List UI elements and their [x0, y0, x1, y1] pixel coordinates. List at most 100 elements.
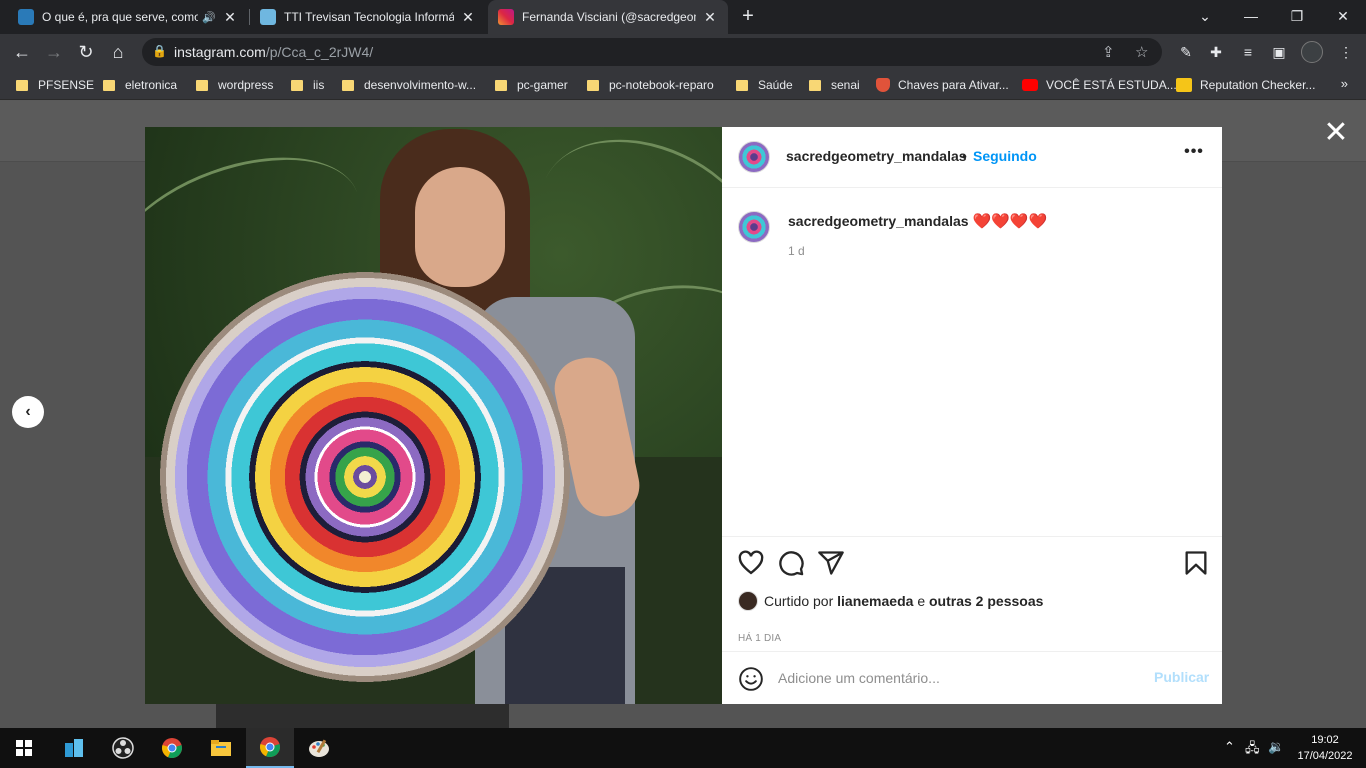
publish-button[interactable]: Publicar — [1154, 669, 1209, 685]
bookmark-label: Saúde — [758, 78, 793, 92]
folder-icon — [809, 79, 821, 91]
folder-icon — [103, 79, 115, 91]
taskbar-app-paint[interactable] — [295, 728, 343, 768]
extensions-puzzle-icon[interactable]: ✚ — [1206, 42, 1226, 62]
bookmark-eletronica[interactable]: eletronica — [103, 77, 177, 93]
post-image[interactable] — [145, 127, 722, 704]
modal-close-icon[interactable]: ✕ — [1322, 118, 1350, 148]
bookmark-label: Chaves para Ativar... — [898, 78, 1009, 92]
volume-icon[interactable]: 🔉 — [1268, 739, 1284, 755]
bookmark-pc-notebook-reparo[interactable]: pc-notebook-reparo — [587, 77, 714, 93]
liked-by-prefix: Curtido por — [764, 593, 834, 609]
bookmark-label: iis — [313, 78, 325, 92]
liked-by-user[interactable]: lianemaeda — [837, 593, 913, 609]
taskbar-app-obs[interactable] — [99, 728, 147, 768]
tab-title: TTI Trevisan Tecnologia Informáti — [284, 10, 454, 24]
restore-button[interactable]: ❐ — [1274, 0, 1320, 34]
start-button[interactable] — [0, 728, 48, 768]
windows-taskbar: ⌃ 🖧 🔉 19:02 17/04/2022 — [0, 728, 1366, 768]
mandala-artwork — [155, 267, 575, 687]
bookmark-chaves[interactable]: Chaves para Ativar... — [876, 77, 1009, 93]
bookmark-pfsense[interactable]: PFSENSE — [16, 77, 94, 93]
emoji-icon[interactable] — [738, 666, 764, 692]
bookmark-saude[interactable]: Saúde — [736, 77, 793, 93]
bookmark-iis[interactable]: iis — [291, 77, 324, 93]
previous-post-button[interactable]: ‹ — [12, 396, 44, 428]
pen-extension-icon[interactable]: ✎ — [1176, 42, 1196, 62]
separator-dot: • — [962, 148, 967, 164]
reload-button[interactable]: ↻ — [72, 38, 100, 66]
chrome-icon — [162, 738, 182, 759]
post-details-panel: sacredgeometry_mandalas • Seguindo ••• s… — [722, 127, 1222, 704]
share-send-icon[interactable] — [817, 549, 845, 577]
tab-instagram[interactable]: Fernanda Visciani (@sacredgeom ✕ — [488, 0, 728, 34]
bookmark-senai[interactable]: senai — [809, 77, 860, 93]
address-bar[interactable]: 🔒 instagram.com/p/Cca_c_2rJW4/ ⇪ ☆ — [142, 38, 1162, 66]
url-text[interactable]: instagram.com/p/Cca_c_2rJW4/ — [174, 44, 373, 60]
youtube-icon — [1022, 79, 1038, 91]
bookmark-star-icon[interactable]: ☆ — [1135, 43, 1148, 61]
caption-hearts: ❤️❤️❤️❤️ — [972, 213, 1048, 230]
media-control-icon[interactable]: ≡ — [1238, 42, 1258, 62]
tab-title: O que é, pra que serve, como — [42, 10, 199, 24]
window-close-button[interactable]: ✕ — [1320, 0, 1366, 34]
taskbar-app-explorer[interactable] — [197, 728, 245, 768]
tab-tti-trevisan[interactable]: TTI Trevisan Tecnologia Informáti ✕ — [250, 0, 486, 34]
profile-avatar[interactable] — [1301, 41, 1323, 63]
paint-icon — [309, 739, 329, 757]
tab-close-icon[interactable]: ✕ — [222, 9, 238, 26]
post-header: sacredgeometry_mandalas • Seguindo ••• — [722, 127, 1222, 188]
new-tab-button[interactable]: + — [736, 5, 760, 29]
bookmark-label: desenvolvimento-w... — [364, 78, 477, 92]
bookmarks-overflow-button[interactable]: » — [1341, 76, 1348, 91]
post-actions: Curtido por lianemaeda e outras 2 pessoa… — [722, 536, 1222, 651]
home-button[interactable]: ⌂ — [104, 38, 132, 66]
windows-logo-icon — [16, 740, 32, 756]
more-options-icon[interactable]: ••• — [1184, 144, 1204, 165]
bookmark-pc-gamer[interactable]: pc-gamer — [495, 77, 568, 93]
bookmark-desenvolvimento[interactable]: desenvolvimento-w... — [342, 77, 476, 93]
caption-username[interactable]: sacredgeometry_mandalas — [788, 213, 969, 229]
taskbar-app-chrome-active[interactable] — [246, 728, 294, 768]
taskbar-app-chrome[interactable] — [148, 728, 196, 768]
system-clock[interactable]: 19:02 17/04/2022 — [1290, 732, 1360, 764]
bookmark-label: pc-gamer — [517, 78, 568, 92]
comment-input[interactable] — [778, 666, 1138, 690]
lock-icon[interactable]: 🔒 — [152, 44, 167, 58]
shield-icon — [876, 78, 890, 92]
audio-playing-icon[interactable]: 🔊 — [202, 11, 216, 24]
instagram-favicon-icon — [498, 9, 514, 25]
taskbar-app-building[interactable] — [50, 728, 98, 768]
author-avatar[interactable] — [738, 141, 770, 173]
obs-icon — [112, 737, 134, 759]
clock-time: 19:02 — [1311, 734, 1339, 746]
tray-overflow-icon[interactable]: ⌃ — [1224, 739, 1235, 755]
chrome-menu-icon[interactable]: ⋮ — [1336, 42, 1356, 62]
side-panel-icon[interactable]: ▣ — [1269, 42, 1289, 62]
post-timestamp[interactable]: HÁ 1 DIA — [738, 633, 781, 644]
minimize-button[interactable]: — — [1228, 0, 1274, 34]
bookmarks-bar: PFSENSE eletronica wordpress iis desenvo… — [0, 70, 1366, 100]
bookmark-wordpress[interactable]: wordpress — [196, 77, 273, 93]
liker-avatar[interactable] — [738, 591, 758, 611]
bookmark-label: PFSENSE — [38, 78, 95, 92]
forward-button[interactable]: → — [40, 38, 68, 66]
network-icon[interactable]: 🖧 — [1245, 739, 1260, 761]
bookmark-reputation-checker[interactable]: Reputation Checker... — [1176, 77, 1315, 93]
tab-close-icon[interactable]: ✕ — [702, 9, 718, 26]
like-heart-icon[interactable] — [737, 549, 765, 577]
tab-search-button[interactable]: ⌄ — [1182, 0, 1228, 34]
comment-icon[interactable] — [777, 549, 805, 577]
share-icon[interactable]: ⇪ — [1102, 43, 1115, 61]
back-button[interactable]: ← — [8, 38, 36, 66]
liked-by-others[interactable]: outras 2 pessoas — [929, 593, 1043, 609]
tab-close-icon[interactable]: ✕ — [460, 9, 476, 26]
author-username[interactable]: sacredgeometry_mandalas — [786, 148, 967, 164]
bookmark-voce-esta[interactable]: VOCÊ ESTÁ ESTUDA... — [1022, 77, 1177, 93]
save-bookmark-icon[interactable] — [1182, 549, 1210, 577]
tab-oque-e[interactable]: O que é, pra que serve, como 🔊 ✕ — [8, 0, 248, 34]
following-button[interactable]: Seguindo — [973, 148, 1037, 164]
caption-author-avatar[interactable] — [738, 211, 770, 243]
post-caption: sacredgeometry_mandalas ❤️❤️❤️❤️ — [788, 212, 1047, 230]
caption-time[interactable]: 1 d — [788, 244, 805, 258]
